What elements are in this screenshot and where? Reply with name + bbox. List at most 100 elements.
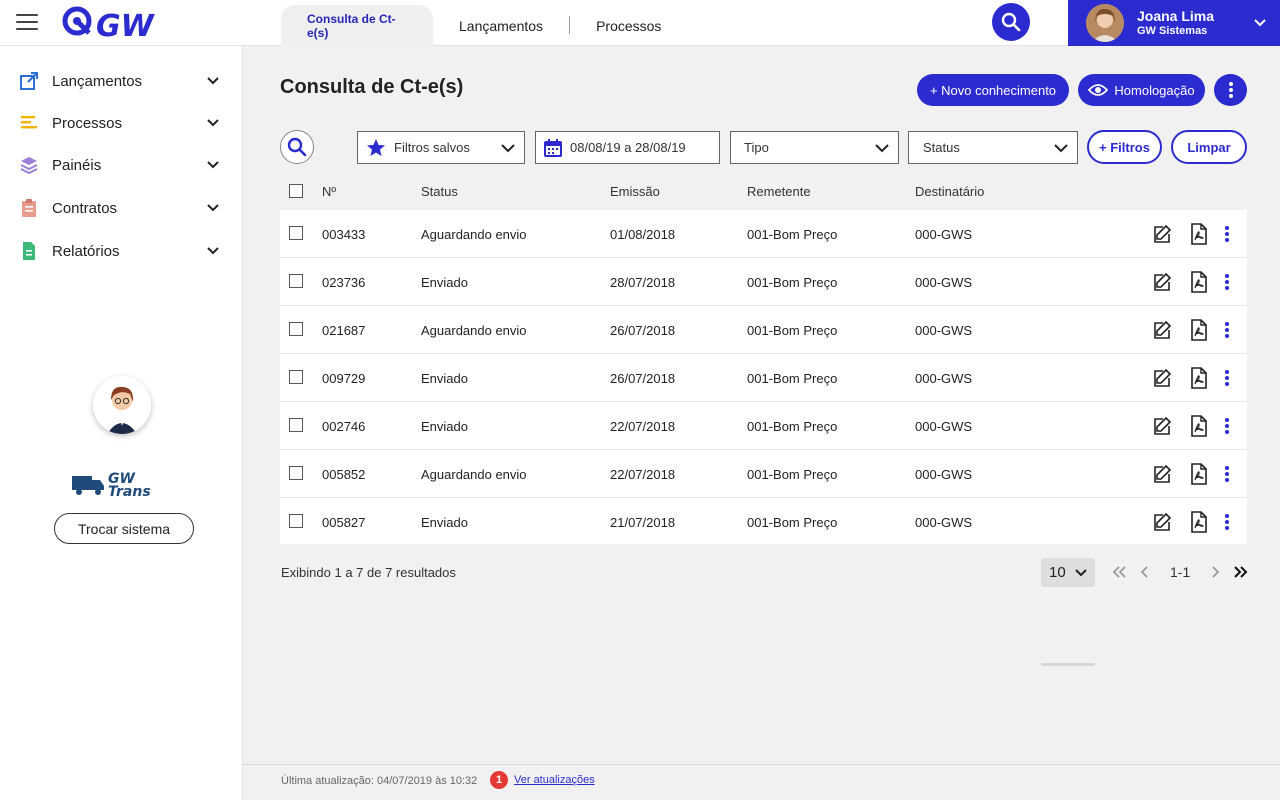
edit-icon[interactable] xyxy=(1152,271,1172,293)
previous-page-button[interactable] xyxy=(1136,563,1154,581)
pdf-icon[interactable] xyxy=(1189,463,1209,485)
row-checkbox[interactable] xyxy=(289,322,303,336)
more-options-button[interactable] xyxy=(1214,74,1247,106)
user-menu[interactable]: Joana Lima GW Sistemas xyxy=(1068,0,1280,46)
svg-text:Trans: Trans xyxy=(108,484,151,498)
row-checkbox[interactable] xyxy=(289,418,303,432)
svg-text:GW: GW xyxy=(96,9,156,40)
tab-processos[interactable]: Processos xyxy=(570,5,687,46)
updates-badge: 1 xyxy=(490,771,508,789)
chevron-down-icon xyxy=(1074,568,1087,576)
saved-filters-select[interactable]: Filtros salvos xyxy=(357,131,525,164)
pdf-icon[interactable] xyxy=(1189,511,1209,533)
select-all-checkbox[interactable] xyxy=(289,184,303,198)
edit-icon[interactable] xyxy=(1152,415,1172,437)
row-kebab-icon[interactable] xyxy=(1217,463,1237,485)
row-kebab-icon[interactable] xyxy=(1217,223,1237,245)
assistant-avatar[interactable] xyxy=(93,376,151,434)
row-kebab-icon[interactable] xyxy=(1217,415,1237,437)
edit-icon[interactable] xyxy=(1152,367,1172,389)
row-checkbox[interactable] xyxy=(289,274,303,288)
sidebar-item-paineis[interactable]: Painéis xyxy=(0,145,243,185)
row-kebab-icon[interactable] xyxy=(1217,271,1237,293)
scroll-indicator xyxy=(1041,663,1095,666)
cell-status: Enviado xyxy=(421,515,468,530)
table-row[interactable]: 021687 Aguardando envio 26/07/2018 001-Bom … xyxy=(280,306,1247,354)
sidebar-item-label: Lançamentos xyxy=(52,72,143,90)
table-row[interactable]: 005827 Enviado 21/07/2018 001-Bom Preço 000-… xyxy=(280,498,1247,544)
cell-remetente: 001-Bom Preço xyxy=(747,515,838,530)
global-search-button[interactable] xyxy=(992,3,1030,41)
type-select[interactable]: Tipo xyxy=(730,131,899,164)
star-icon xyxy=(367,138,385,156)
list-icon xyxy=(19,113,39,133)
pdf-icon[interactable] xyxy=(1189,223,1209,245)
table-row[interactable]: 023736 Enviado 28/07/2018 001-Bom Preço 000-… xyxy=(280,258,1247,306)
cell-destinatario: 000-GWS xyxy=(915,467,973,482)
clipboard-icon xyxy=(19,198,39,218)
table-row[interactable]: 002746 Enviado 22/07/2018 001-Bom Preço 000-… xyxy=(280,402,1247,450)
sidebar-item-processos[interactable]: Processos xyxy=(0,103,243,143)
cell-remetente: 001-Bom Preço xyxy=(747,275,838,290)
edit-icon[interactable] xyxy=(1152,511,1172,533)
table-body: 003433 Aguardando envio 01/08/2018 001-Bom … xyxy=(280,210,1247,544)
last-page-button[interactable] xyxy=(1232,563,1250,581)
sidebar-item-contratos[interactable]: Contratos xyxy=(0,188,243,228)
table-row[interactable]: 003433 Aguardando envio 01/08/2018 001-Bom … xyxy=(280,210,1247,258)
cell-number: 009729 xyxy=(322,371,366,386)
row-kebab-icon[interactable] xyxy=(1217,319,1237,341)
table-header: Nº Status Emissão Remetente Destinatário xyxy=(280,176,1247,206)
tab-lancamentos[interactable]: Lançamentos xyxy=(433,5,569,46)
chevron-left-icon xyxy=(1140,566,1148,578)
next-page-button[interactable] xyxy=(1206,563,1224,581)
column-header-status[interactable]: Status xyxy=(421,184,458,199)
switch-system-button[interactable]: Trocar sistema xyxy=(54,513,194,544)
first-page-button[interactable] xyxy=(1110,563,1128,581)
top-tabs: Consulta de Ct-e(s) Lançamentos Processo… xyxy=(281,5,687,46)
edit-icon[interactable] xyxy=(1152,223,1172,245)
clear-filters-button[interactable]: Limpar xyxy=(1171,130,1247,164)
cell-emissao: 01/08/2018 xyxy=(610,227,676,242)
menu-icon[interactable] xyxy=(16,14,38,32)
pdf-icon[interactable] xyxy=(1189,415,1209,437)
pdf-icon[interactable] xyxy=(1189,367,1209,389)
homologacao-label: Homologação xyxy=(1114,82,1195,98)
row-kebab-icon[interactable] xyxy=(1217,511,1237,533)
column-header-number[interactable]: Nº xyxy=(322,184,336,199)
more-filters-button[interactable]: + Filtros xyxy=(1087,130,1162,164)
edit-icon[interactable] xyxy=(1152,319,1172,341)
sidebar-item-label: Contratos xyxy=(52,199,118,217)
status-select[interactable]: Status xyxy=(908,131,1078,164)
new-conhecimento-button[interactable]: + Novo conhecimento xyxy=(917,74,1069,106)
cell-status: Enviado xyxy=(421,419,468,434)
sidebar-item-lancamentos[interactable]: Lançamentos xyxy=(0,61,243,101)
date-range-field[interactable]: 08/08/19 a 28/08/19 xyxy=(535,131,720,164)
view-updates-link[interactable]: Ver atualizações xyxy=(514,774,595,786)
document-icon xyxy=(19,241,39,261)
tab-consulta-cte[interactable]: Consulta de Ct-e(s) xyxy=(281,5,433,46)
table-row[interactable]: 005852 Aguardando envio 22/07/2018 001-Bom … xyxy=(280,450,1247,498)
per-page-select[interactable]: 10 xyxy=(1041,558,1095,587)
footer: Última atualização: 04/07/2019 às 10:32 … xyxy=(243,764,1280,800)
cell-status: Aguardando envio xyxy=(421,227,527,242)
row-checkbox[interactable] xyxy=(289,466,303,480)
row-checkbox[interactable] xyxy=(289,370,303,384)
gw-logo[interactable]: GW xyxy=(62,6,182,40)
filter-search-button[interactable] xyxy=(280,130,314,164)
sidebar-item-relatorios[interactable]: Relatórios xyxy=(0,231,243,271)
column-header-remetente[interactable]: Remetente xyxy=(747,184,811,199)
row-checkbox[interactable] xyxy=(289,514,303,528)
row-checkbox[interactable] xyxy=(289,226,303,240)
cell-remetente: 001-Bom Preço xyxy=(747,371,838,386)
pdf-icon[interactable] xyxy=(1189,271,1209,293)
homologacao-button[interactable]: Homologação xyxy=(1078,74,1205,106)
cell-status: Enviado xyxy=(421,371,468,386)
column-header-destinatario[interactable]: Destinatário xyxy=(915,184,984,199)
row-kebab-icon[interactable] xyxy=(1217,367,1237,389)
column-header-emissao[interactable]: Emissão xyxy=(610,184,660,199)
edit-icon[interactable] xyxy=(1152,463,1172,485)
cell-emissao: 26/07/2018 xyxy=(610,323,676,338)
pdf-icon[interactable] xyxy=(1189,319,1209,341)
table-row[interactable]: 009729 Enviado 26/07/2018 001-Bom Preço 000-… xyxy=(280,354,1247,402)
chevron-down-icon xyxy=(207,204,219,212)
